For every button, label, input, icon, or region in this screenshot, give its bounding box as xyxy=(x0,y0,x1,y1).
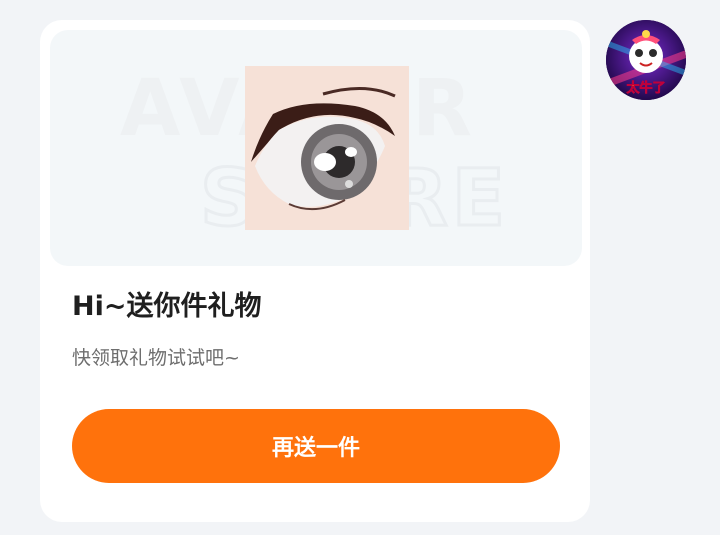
avatar-caption: 太牛了 xyxy=(625,80,665,96)
send-another-gift-button[interactable]: 再送一件 xyxy=(72,409,560,483)
gift-subtitle: 快领取礼物试试吧~ xyxy=(72,347,240,369)
gift-item-thumbnail xyxy=(245,66,409,230)
sender-avatar[interactable]: 太牛了 xyxy=(606,20,686,100)
gift-title: Hi~送你件礼物 xyxy=(72,291,262,322)
anime-character-avatar: 太牛了 xyxy=(606,20,686,100)
gift-message-card: AVATAR STORE Hi~送你件礼物 快领取礼物试试吧~ 再送一件 xyxy=(40,20,590,522)
gift-item-banner: AVATAR STORE xyxy=(50,30,582,266)
anime-eye-icon xyxy=(245,66,409,230)
